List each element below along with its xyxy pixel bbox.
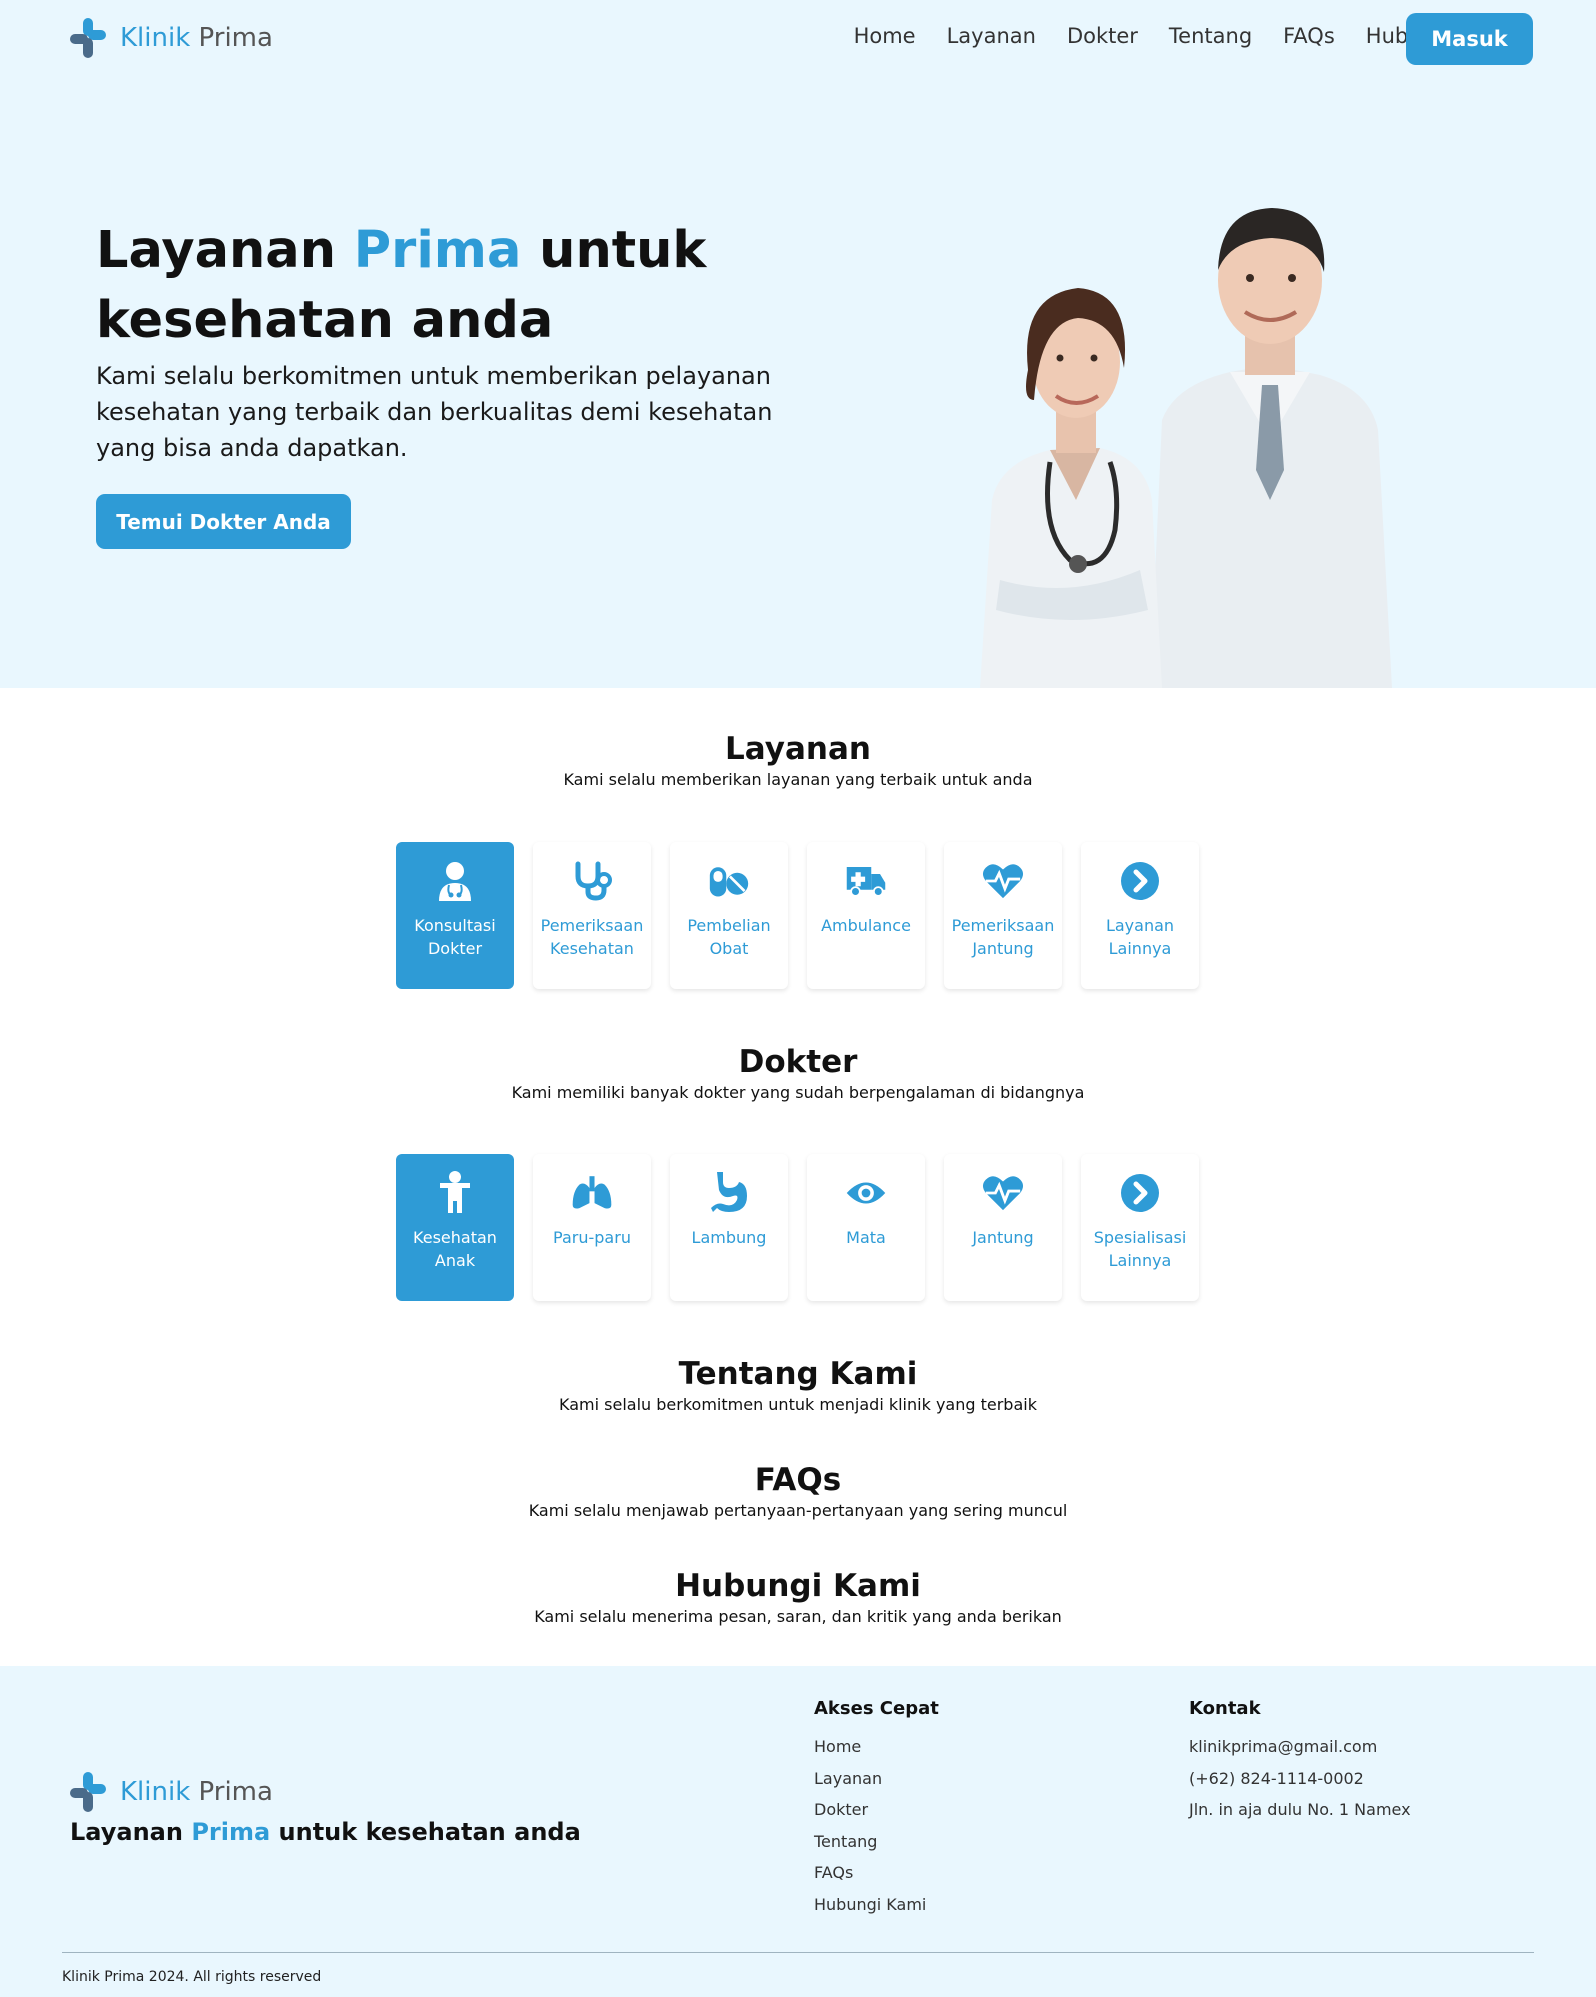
copyright-text: Klinik Prima 2024. All rights reserved xyxy=(62,1969,322,1985)
nav-link-layanan[interactable]: Layanan xyxy=(947,24,1036,48)
footer-brand-logo[interactable]: Klinik Prima xyxy=(70,1772,273,1812)
footer-divider xyxy=(62,1952,1534,1953)
footer-link-tentang[interactable]: Tentang xyxy=(814,1826,939,1858)
faqs-title: FAQs xyxy=(754,1462,842,1498)
doctor-specialty-card[interactable]: Kesehatan Anak xyxy=(396,1154,514,1301)
dokter-title: Dokter xyxy=(738,1044,858,1080)
contact-email: klinikprima@gmail.com xyxy=(1189,1737,1378,1756)
contact-column: Kontak klinikprima@gmail.com (+62) 824-11… xyxy=(1189,1698,1411,1826)
footer-link-layanan[interactable]: Layanan xyxy=(814,1763,939,1795)
nav-link-home[interactable]: Home xyxy=(854,24,916,48)
footer: Klinik Prima Layanan Prima untuk kesehat… xyxy=(0,1666,1596,1997)
footer-link-hubungi-kami[interactable]: Hubungi Kami xyxy=(814,1889,939,1921)
brand-name: Klinik Prima xyxy=(120,23,273,53)
tentang-subtitle: Kami selalu berkomitmen untuk menjadi kl… xyxy=(559,1395,1037,1414)
ambulance-icon xyxy=(845,860,887,902)
footer-link-home[interactable]: Home xyxy=(814,1731,939,1763)
nav-links: HomeLayananDokterTentangFAQsHubungi xyxy=(854,24,1454,48)
contact-phone: (+62) 824-1114-0002 xyxy=(1189,1768,1364,1788)
clinic-cross-icon xyxy=(70,1772,106,1812)
layanan-title: Layanan xyxy=(725,731,871,767)
doctor-specialty-card-label: Paru-paru xyxy=(553,1228,631,1247)
hero-section: Layanan Prima untuk kesehatan anda Kami … xyxy=(0,80,1596,688)
stomach-icon xyxy=(708,1172,750,1214)
eye-icon xyxy=(845,1172,887,1214)
heart-pulse-icon xyxy=(982,1172,1024,1214)
service-card[interactable]: Pemeriksaan Jantung xyxy=(944,842,1062,989)
doctor-specialty-card[interactable]: Spesialisasi Lainnya xyxy=(1081,1154,1199,1301)
clinic-cross-icon xyxy=(70,18,106,58)
service-card-label: Pemeriksaan Jantung xyxy=(951,916,1055,958)
service-card-label: Layanan Lainnya xyxy=(1105,916,1175,958)
hubungi-title: Hubungi Kami xyxy=(675,1568,921,1604)
service-card-label: Ambulance xyxy=(821,916,911,935)
contact-heading: Kontak xyxy=(1189,1698,1261,1719)
login-button[interactable]: Masuk xyxy=(1406,13,1533,65)
nav-link-dokter[interactable]: Dokter xyxy=(1067,24,1138,48)
nav-link-tentang[interactable]: Tentang xyxy=(1169,24,1252,48)
dokter-cards: Kesehatan Anak Paru-paru Lambung Mata Jantun… xyxy=(396,1154,1199,1301)
service-card-label: Pembelian Obat xyxy=(687,916,771,958)
service-card-label: Pemeriksaan Kesehatan xyxy=(540,916,644,958)
service-card[interactable]: Ambulance xyxy=(807,842,925,989)
doctor-specialty-card-label: Mata xyxy=(846,1228,886,1247)
quick-access-column: Akses Cepat Home Layanan Dokter Tentang FAQs… xyxy=(814,1698,939,1920)
doctor-specialty-card[interactable]: Jantung xyxy=(944,1154,1062,1301)
footer-tagline: Layanan Prima untuk kesehatan anda xyxy=(70,1818,581,1846)
child-icon xyxy=(434,1171,476,1214)
layanan-subtitle: Kami selalu memberikan layanan yang terb… xyxy=(563,770,1033,789)
doctor-specialty-card-label: Spesialisasi Lainnya xyxy=(1093,1228,1187,1270)
layanan-cards: Konsultasi Dokter Pemeriksaan Kesehatan Pe… xyxy=(396,842,1199,989)
doctors-illustration xyxy=(980,208,1392,688)
service-card-label: Konsultasi Dokter xyxy=(414,916,496,958)
pills-icon xyxy=(708,860,750,902)
hero-title: Layanan Prima untuk kesehatan anda xyxy=(96,221,707,350)
heart-pulse-icon xyxy=(982,860,1024,902)
doctor-specialty-card-label: Kesehatan Anak xyxy=(413,1228,497,1270)
stethoscope-icon xyxy=(571,860,613,902)
dokter-subtitle: Kami memiliki banyak dokter yang sudah b… xyxy=(511,1083,1085,1102)
doctor-specialty-card[interactable]: Paru-paru xyxy=(533,1154,651,1301)
nav-link-faqs[interactable]: FAQs xyxy=(1283,24,1335,48)
quick-access-heading: Akses Cepat xyxy=(814,1698,939,1719)
hubungi-subtitle: Kami selalu menerima pesan, saran, dan k… xyxy=(534,1607,1062,1626)
faqs-subtitle: Kami selalu menjawab pertanyaan-pertanya… xyxy=(528,1501,1068,1520)
lungs-icon xyxy=(571,1172,613,1214)
service-card[interactable]: Konsultasi Dokter xyxy=(396,842,514,989)
brand-logo[interactable]: Klinik Prima xyxy=(70,18,273,58)
footer-link-dokter[interactable]: Dokter xyxy=(814,1794,939,1826)
top-navbar: Klinik Prima Home Layanan Dokter Tentang FAQ… xyxy=(0,0,1596,80)
doctor-specialty-card-label: Lambung xyxy=(691,1228,767,1247)
doctor-specialty-card[interactable]: Mata xyxy=(807,1154,925,1301)
tentang-title: Tentang Kami xyxy=(678,1356,918,1392)
doctor-specialty-card[interactable]: Lambung xyxy=(670,1154,788,1301)
doctor-icon xyxy=(434,860,476,902)
contact-address: Jln. in aja dulu No. 1 Namex xyxy=(1189,1800,1411,1819)
doctor-specialty-card-label: Jantung xyxy=(972,1228,1034,1247)
footer-link-faqs[interactable]: FAQs xyxy=(814,1857,939,1889)
chevron-right-circle-icon xyxy=(1119,860,1161,902)
hero-description: Kami selalu berkomitmen untuk memberikan… xyxy=(96,362,773,462)
meet-doctor-button[interactable]: Temui Dokter Anda xyxy=(96,494,351,549)
footer-brand-name: Klinik Prima xyxy=(120,1777,273,1807)
chevron-right-circle-icon xyxy=(1119,1172,1161,1214)
service-card[interactable]: Pembelian Obat xyxy=(670,842,788,989)
service-card[interactable]: Layanan Lainnya xyxy=(1081,842,1199,989)
service-card[interactable]: Pemeriksaan Kesehatan xyxy=(533,842,651,989)
